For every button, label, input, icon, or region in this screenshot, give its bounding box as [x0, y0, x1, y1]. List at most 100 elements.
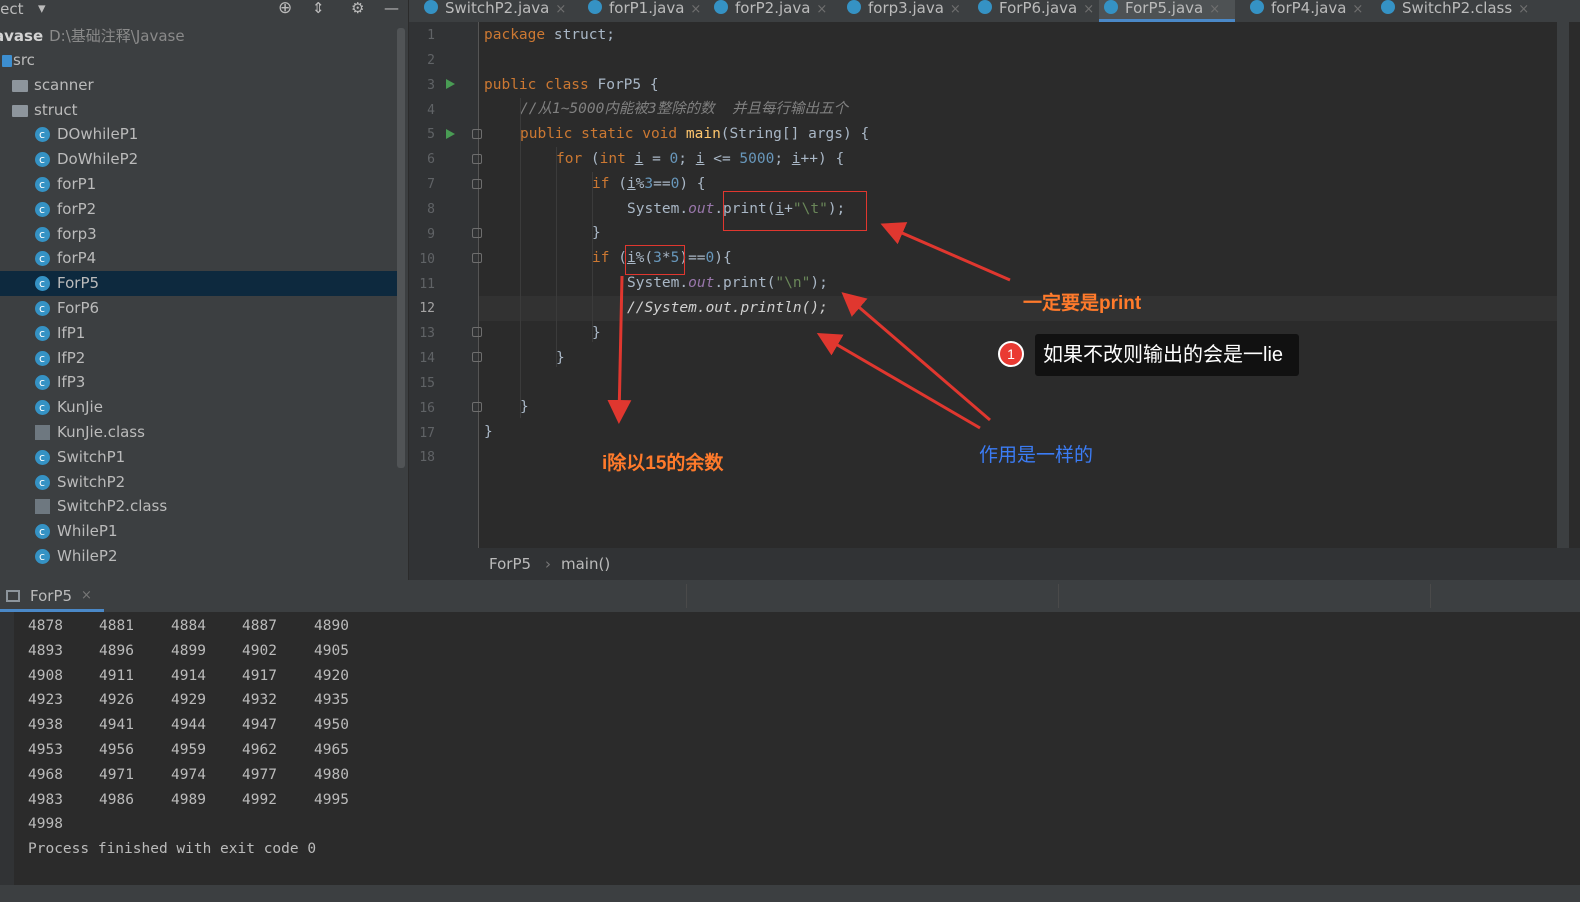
java-class-icon — [35, 346, 50, 371]
tab-forp5-java[interactable]: ForP5.java × — [1099, 0, 1235, 22]
sidebar-item-label: SwitchP1 — [57, 447, 126, 466]
run-class-icon[interactable] — [446, 79, 455, 89]
console-value: 4884 — [171, 618, 206, 634]
tab-forp6-java[interactable]: ForP6.java × — [973, 0, 1094, 22]
tab-forp2-java[interactable]: forP2.java × — [709, 0, 833, 22]
sidebar-item-struct[interactable]: struct — [0, 98, 400, 123]
console-value: 4956 — [99, 742, 134, 758]
code-line-5[interactable]: public static void main(String[] args) { — [520, 122, 869, 147]
sidebar-item-forp6[interactable]: ForP6 — [0, 296, 400, 321]
close-icon[interactable]: × — [690, 2, 701, 17]
code-line-12[interactable]: //System.out.println(); — [627, 296, 828, 321]
gear-icon[interactable]: ⚙ — [351, 0, 364, 16]
tab-forp3-java[interactable]: forp3.java × — [842, 0, 965, 22]
sidebar-item-kunjie[interactable]: KunJie — [0, 395, 400, 420]
close-icon[interactable]: × — [1209, 2, 1220, 17]
close-icon[interactable]: × — [816, 2, 827, 17]
code-line-17[interactable]: } — [484, 420, 493, 445]
sidebar-item-switchp2-class[interactable]: SwitchP2.class — [0, 494, 400, 519]
close-icon[interactable]: × — [950, 2, 961, 17]
sidebar-item-whilep1[interactable]: WhileP1 — [0, 519, 400, 544]
sidebar-item-switchp2[interactable]: SwitchP2 — [0, 470, 400, 495]
close-icon[interactable]: × — [1518, 2, 1529, 17]
console-value: 4998 — [28, 816, 63, 833]
tab-switchp2-java[interactable]: SwitchP2.java × — [419, 0, 574, 22]
code-line-1[interactable]: package struct; — [484, 23, 615, 48]
run-tab[interactable]: ForP5 × — [0, 580, 104, 612]
sidebar-item-whilep2[interactable]: WhileP2 — [0, 544, 400, 569]
fold-icon[interactable] — [472, 179, 482, 189]
console-value: 4983 — [28, 791, 63, 808]
sidebar-item-dowhilep1[interactable]: DOwhileP1 — [0, 122, 400, 147]
sidebar-item-ifp3[interactable]: IfP3 — [0, 370, 400, 395]
fold-icon[interactable] — [472, 402, 482, 412]
active-tab-indicator — [1099, 19, 1235, 22]
code-line-6[interactable]: for (int i = 0; i <= 5000; i++) { — [556, 147, 844, 172]
code-line-9[interactable]: } — [592, 221, 601, 246]
code-line-7[interactable]: if (i%3==0) { — [592, 172, 706, 197]
close-icon[interactable]: × — [1083, 2, 1094, 17]
sidebar-item-switchp1[interactable]: SwitchP1 — [0, 445, 400, 470]
collapse-all-icon[interactable]: ⇕ — [312, 0, 325, 16]
project-root[interactable]: avase D:\基础注释\Javase — [0, 27, 185, 45]
line-number: 7 — [427, 177, 435, 193]
sidebar-item-label: ForP5 — [57, 274, 100, 293]
project-sidebar: ject ▾ ⊕ ⇕ ⚙ — avase D:\基础注释\Javase src sc… — [0, 0, 408, 580]
fold-icon[interactable] — [472, 154, 482, 164]
console-value: 4965 — [314, 742, 349, 758]
sidebar-item-kunjie-class[interactable]: KunJie.class — [0, 420, 400, 445]
breadcrumb-class[interactable]: ForP5 — [489, 548, 531, 580]
run-main-icon[interactable] — [446, 129, 455, 139]
console-value: 4989 — [171, 791, 206, 808]
console-output[interactable]: 4878 4881 4884 4887 4890 4893 4896 4899 4902 4905… — [0, 612, 1580, 902]
minimize-icon[interactable]: — — [384, 0, 399, 16]
java-class-icon — [1104, 0, 1118, 14]
console-value: 4896 — [99, 642, 134, 659]
code-line-3[interactable]: public class ForP5 { — [484, 73, 659, 98]
tab-forp1-java[interactable]: forP1.java × — [583, 0, 701, 22]
editor-scrollbar[interactable] — [1557, 22, 1569, 548]
java-class-icon — [35, 271, 50, 296]
console-value: 4995 — [314, 791, 349, 808]
console-value: 4920 — [314, 667, 349, 684]
fold-icon[interactable] — [472, 352, 482, 362]
close-icon[interactable]: × — [81, 580, 92, 612]
sidebar-item-src[interactable]: src — [0, 48, 400, 73]
sidebar-item-dowhilep2[interactable]: DoWhileP2 — [0, 147, 400, 172]
sidebar-item-ifp1[interactable]: IfP1 — [0, 321, 400, 346]
dropdown-icon[interactable]: ▾ — [38, 0, 46, 16]
locate-icon[interactable]: ⊕ — [278, 0, 292, 17]
sidebar-item-forp3[interactable]: forp3 — [0, 222, 400, 247]
close-icon[interactable]: × — [1352, 2, 1363, 17]
sidebar-item-forp1[interactable]: forP1 — [0, 172, 400, 197]
project-panel-title[interactable]: ject — [0, 0, 24, 18]
sidebar-scrollbar[interactable] — [397, 28, 405, 468]
editor-tab-bar: SwitchP2.java × forP1.java × forP2.java × forp… — [409, 0, 1580, 22]
fold-icon[interactable] — [472, 253, 482, 263]
sidebar-item-ifp2[interactable]: IfP2 — [0, 346, 400, 371]
sidebar-item-label: forp3 — [57, 224, 97, 243]
remainder-note: i除以15的余数 — [602, 453, 724, 474]
code-line-16[interactable]: } — [520, 395, 529, 420]
console-value: 4929 — [171, 692, 206, 709]
tab-switchp2-class[interactable]: SwitchP2.class × — [1376, 0, 1531, 22]
callout-text: 如果不改则输出的会是一lie — [1035, 334, 1299, 376]
line-number: 9 — [427, 226, 435, 242]
close-icon[interactable]: × — [555, 2, 566, 17]
sidebar-item-label: forP1 — [57, 175, 97, 193]
java-class-icon — [588, 0, 602, 14]
code-line-13[interactable]: } — [592, 321, 601, 346]
fold-icon[interactable] — [472, 129, 482, 139]
sidebar-item-scanner[interactable]: scanner — [0, 73, 400, 98]
console-value: 4947 — [242, 717, 277, 734]
code-line-4[interactable]: //从1~5000内能被3整除的数 并且每行输出五个 — [520, 97, 848, 122]
line-number: 2 — [427, 52, 435, 68]
sidebar-item-forp5[interactable]: ForP5 — [0, 271, 400, 297]
sidebar-item-forp4[interactable]: forP4 — [0, 246, 400, 271]
tab-forp4-java[interactable]: forP4.java × — [1245, 0, 1368, 22]
breadcrumb-method[interactable]: main() — [561, 548, 610, 580]
code-line-14[interactable]: } — [556, 346, 565, 371]
fold-icon[interactable] — [472, 327, 482, 337]
fold-icon[interactable] — [472, 228, 482, 238]
sidebar-item-forp2[interactable]: forP2 — [0, 197, 400, 222]
